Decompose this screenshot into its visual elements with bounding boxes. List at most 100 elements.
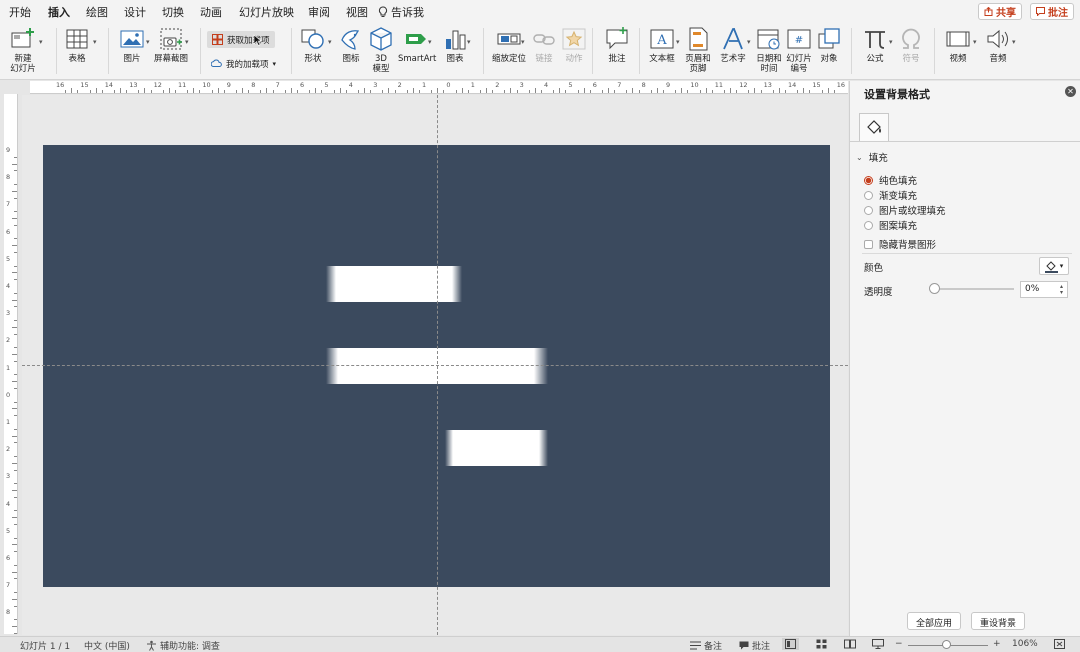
audio-button[interactable]: 音频 xyxy=(985,26,1011,64)
chart-dropdown[interactable]: ▾ xyxy=(467,38,471,46)
my-addins-dropdown[interactable]: ▾ xyxy=(273,60,277,68)
zoom-slider-thumb[interactable] xyxy=(942,640,951,649)
comment-button[interactable]: 批注 xyxy=(604,26,630,64)
hide-background-graphics[interactable]: 隐藏背景图形 xyxy=(864,237,936,251)
3d-models-button[interactable]: 3D 模型 xyxy=(368,26,394,74)
reset-background-button[interactable]: 重设背景 xyxy=(971,612,1026,630)
tab-insert[interactable]: 插入 xyxy=(48,4,70,24)
get-addins-button[interactable]: 获取加载项 xyxy=(207,31,275,48)
textbox-label: 文本框 xyxy=(649,54,675,64)
video-dropdown[interactable]: ▾ xyxy=(973,38,977,46)
tell-me[interactable]: 告诉我 xyxy=(378,4,424,20)
comments-button[interactable]: 批注 xyxy=(1030,3,1074,20)
hide-background-label: 隐藏背景图形 xyxy=(879,240,937,251)
checkbox[interactable] xyxy=(864,239,873,249)
wordart-dropdown[interactable]: ▾ xyxy=(747,38,751,46)
fill-option-picture-label: 图片或纹理填充 xyxy=(879,206,946,217)
normal-view-icon[interactable] xyxy=(782,638,799,650)
slide-sorter-icon[interactable] xyxy=(816,639,827,649)
zoom-dropdown[interactable]: ▾ xyxy=(521,38,525,46)
equation-button[interactable]: 公式 xyxy=(862,26,888,64)
tab-animations[interactable]: 动画 xyxy=(200,4,222,20)
share-button[interactable]: 共享 xyxy=(978,3,1022,20)
screenshot-button[interactable]: 屏幕截图 xyxy=(154,26,188,64)
shapes-button[interactable]: 形状 xyxy=(300,26,326,64)
fill-tab[interactable] xyxy=(859,113,889,141)
zoom-out-button[interactable]: − xyxy=(895,639,903,649)
radio-selected[interactable] xyxy=(864,175,873,185)
fill-section-header[interactable]: ⌄ 填充 xyxy=(856,150,888,165)
picture-button[interactable]: 图片 xyxy=(119,26,145,64)
transparency-slider-thumb[interactable] xyxy=(929,283,940,294)
apply-to-all-button[interactable]: 全部应用 xyxy=(907,612,962,630)
tab-view[interactable]: 视图 xyxy=(346,4,368,20)
ruler-tick xyxy=(662,90,664,93)
chart-button[interactable]: 图表 xyxy=(442,26,468,64)
white-bar-bottom[interactable] xyxy=(445,430,548,466)
smartart-dropdown[interactable]: ▾ xyxy=(428,38,432,46)
slideshow-icon[interactable] xyxy=(872,639,884,649)
tab-review[interactable]: 审阅 xyxy=(308,4,330,20)
table-dropdown[interactable]: ▾ xyxy=(93,38,97,46)
audio-dropdown[interactable]: ▾ xyxy=(1012,38,1016,46)
shapes-dropdown[interactable]: ▾ xyxy=(328,38,332,46)
screenshot-dropdown[interactable]: ▾ xyxy=(185,38,189,46)
comments-status-button[interactable]: 批注 xyxy=(739,639,770,652)
radio[interactable] xyxy=(864,190,873,200)
fill-option-solid[interactable]: 纯色填充 xyxy=(864,173,917,187)
video-button[interactable]: 视频 xyxy=(945,26,971,64)
slide-number-button[interactable]: # 幻灯片 编号 xyxy=(786,26,812,74)
ruler-tick xyxy=(14,320,17,321)
new-slide-button[interactable]: 新建 幻灯片 xyxy=(10,26,36,74)
equation-dropdown[interactable]: ▾ xyxy=(889,38,893,46)
radio[interactable] xyxy=(864,220,873,230)
transparency-input[interactable]: 0% ▴ ▾ xyxy=(1020,281,1068,298)
symbol-button[interactable]: 符号 xyxy=(898,26,924,64)
slide-number-icon: # xyxy=(787,29,811,49)
fill-option-picture[interactable]: 图片或纹理填充 xyxy=(864,203,946,217)
icons-button[interactable]: 图标 xyxy=(338,26,364,64)
zoom-level[interactable]: 106% xyxy=(1012,639,1038,649)
tab-draw[interactable]: 绘图 xyxy=(86,4,108,20)
new-slide-dropdown[interactable]: ▾ xyxy=(39,38,43,46)
textbox-dropdown[interactable]: ▾ xyxy=(676,38,680,46)
fill-option-pattern[interactable]: 图案填充 xyxy=(864,218,917,232)
accessibility-checker[interactable]: 辅助功能: 调查 xyxy=(146,639,220,652)
language-indicator[interactable]: 中文 (中国) xyxy=(84,639,130,652)
ruler-tick xyxy=(12,245,17,247)
horizontal-ruler[interactable]: 16 15 14 13 12 11 10 9 8 7 6 5 4 3 2 1 0 1 2 3 4 5 6 7 8 9 10 11 12 1… xyxy=(30,81,848,94)
ruler-tick xyxy=(150,90,152,93)
notes-button[interactable]: 备注 xyxy=(690,639,722,652)
fill-option-gradient[interactable]: 渐变填充 xyxy=(864,188,917,202)
white-bar-top[interactable] xyxy=(326,266,462,302)
ruler-tick xyxy=(656,88,658,93)
ruler-tick-label: 2 xyxy=(6,336,11,345)
horizontal-guide[interactable] xyxy=(22,365,848,366)
header-footer-button[interactable]: 页眉和 页脚 xyxy=(685,26,711,74)
my-addins-button[interactable]: 我的加载项 ▾ xyxy=(211,58,276,70)
table-button[interactable]: 表格 xyxy=(64,26,90,64)
color-label: 颜色 xyxy=(864,263,884,274)
zoom-in-button[interactable]: + xyxy=(993,639,1001,649)
ruler-tick-label: 2 xyxy=(6,445,11,454)
textbox-button[interactable]: A 文本框 xyxy=(649,26,675,64)
color-picker-button[interactable]: ▾ xyxy=(1039,257,1069,275)
object-button[interactable]: 对象 xyxy=(816,26,842,64)
transparency-slider-track[interactable] xyxy=(934,288,1014,290)
wordart-button[interactable]: 艺术字 xyxy=(720,26,746,64)
date-time-button[interactable]: 日期和 时间 xyxy=(756,26,782,74)
reading-view-icon[interactable] xyxy=(844,639,856,649)
picture-dropdown[interactable]: ▾ xyxy=(146,38,150,46)
tab-home[interactable]: 开始 xyxy=(9,4,31,20)
radio[interactable] xyxy=(864,205,873,215)
fit-to-window-icon[interactable] xyxy=(1054,639,1065,649)
vertical-ruler[interactable]: 9876543210123456789 xyxy=(4,94,18,644)
tab-slideshow[interactable]: 幻灯片放映 xyxy=(239,4,294,20)
tab-transitions[interactable]: 切换 xyxy=(162,4,184,20)
tab-design[interactable]: 设计 xyxy=(124,4,146,20)
stepper-icon[interactable]: ▴ ▾ xyxy=(1060,284,1063,296)
mouse-cursor-icon xyxy=(253,34,262,46)
close-icon[interactable]: ✕ xyxy=(1065,86,1076,97)
action-button[interactable]: 动作 xyxy=(561,26,587,64)
link-button[interactable]: 链接 xyxy=(531,26,557,64)
